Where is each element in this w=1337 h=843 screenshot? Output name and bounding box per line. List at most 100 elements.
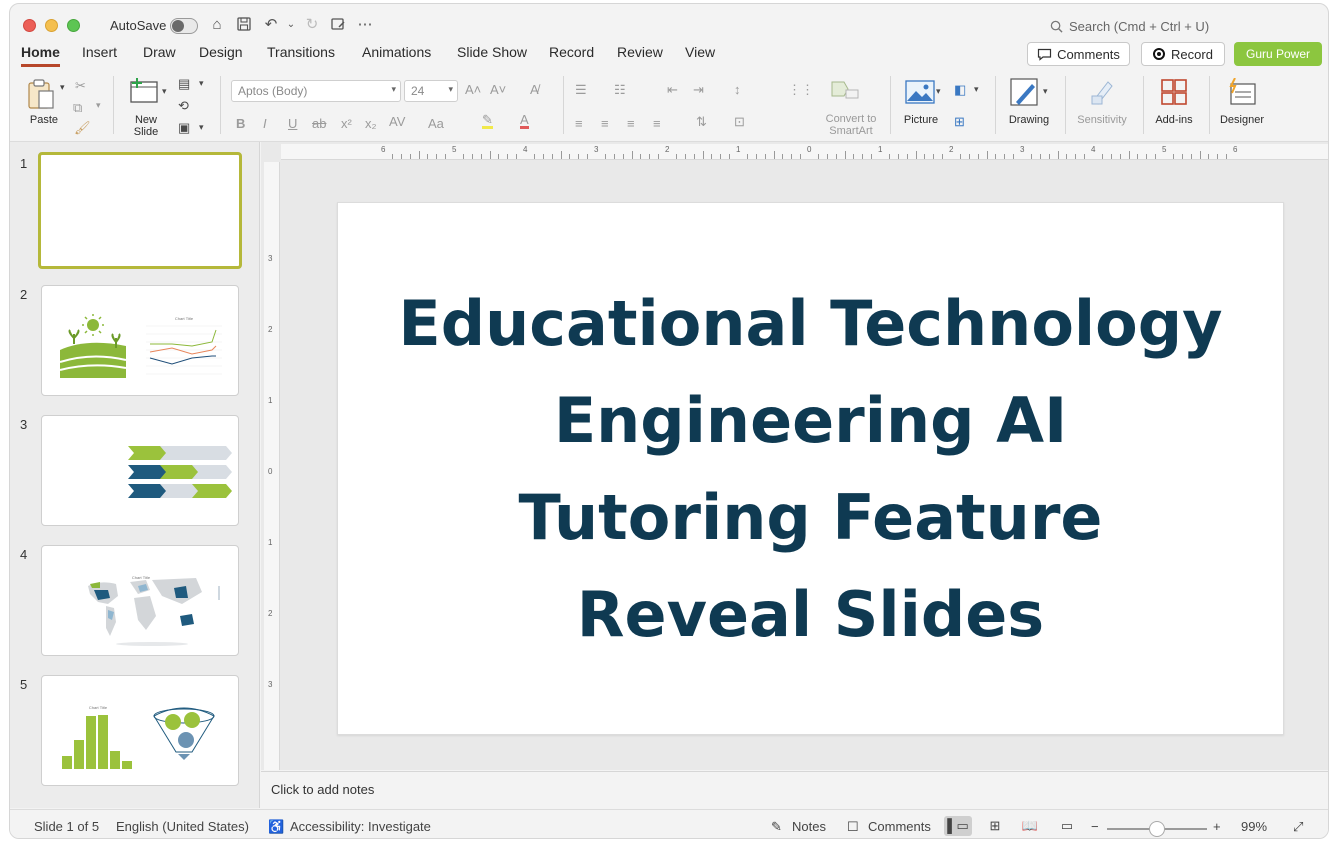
undo-icon[interactable]: ↶ — [262, 16, 280, 34]
slide-thumbnail-1[interactable] — [38, 152, 242, 269]
accessibility-status[interactable]: Accessibility: Investigate — [290, 819, 431, 834]
shapes-icon[interactable]: ◧ — [954, 82, 966, 98]
quick-format-icon[interactable] — [329, 16, 347, 34]
section-dropdown-icon[interactable]: ▾ — [199, 122, 204, 133]
section-icon[interactable]: ▣ — [178, 120, 190, 136]
slide-title-textbox[interactable]: Educational Technology Engineering AI Tu… — [338, 275, 1283, 663]
slide-thumbnail-2[interactable]: Chart Title — [41, 285, 239, 396]
tab-view[interactable]: View — [685, 44, 715, 64]
save-icon[interactable] — [235, 16, 253, 34]
zoom-slider-handle[interactable] — [1149, 821, 1165, 837]
accessibility-icon[interactable]: ♿ — [268, 819, 284, 835]
convert-smartart-button[interactable]: Convert to SmartArt — [816, 76, 880, 137]
shapes-dropdown-icon[interactable]: ▾ — [974, 84, 979, 95]
add-ins-button[interactable]: Add-ins — [1150, 76, 1198, 136]
tab-design[interactable]: Design — [199, 44, 243, 64]
tab-review[interactable]: Review — [617, 44, 663, 64]
reading-view-icon[interactable]: 📖 — [1016, 816, 1044, 836]
picture-dropdown-icon[interactable]: ▾ — [936, 86, 941, 97]
superscript-icon[interactable]: x² — [341, 116, 352, 131]
format-painter-icon[interactable]: 🖌 — [74, 120, 91, 136]
underline-icon[interactable]: U — [288, 116, 297, 131]
align-right-icon[interactable]: ≡ — [627, 116, 635, 131]
comment-icon[interactable]: ☐ — [847, 819, 859, 835]
home-icon[interactable]: ⌂ — [208, 16, 226, 34]
align-left-icon[interactable]: ≡ — [575, 116, 583, 131]
increase-indent-icon[interactable]: ⇥ — [693, 82, 704, 98]
tab-slide-show[interactable]: Slide Show — [457, 44, 527, 64]
change-case-icon[interactable]: Aa — [428, 116, 444, 131]
notes-icon[interactable]: ✎ — [771, 819, 782, 835]
font-color-icon[interactable]: A — [520, 113, 529, 129]
slide-thumbnail-4[interactable]: Chart Title — [41, 545, 239, 656]
slide-thumbnail-5[interactable]: Chart Title — [41, 675, 239, 786]
slide-show-icon[interactable]: ▭ — [1053, 816, 1081, 836]
designer-button[interactable]: Designer — [1216, 76, 1268, 136]
character-spacing-icon[interactable]: AV — [389, 114, 405, 129]
increase-font-icon[interactable]: A˄ — [465, 82, 481, 97]
text-box-icon[interactable]: ⊞ — [954, 114, 965, 130]
new-slide-button[interactable]: New Slide — [124, 76, 168, 138]
numbering-icon[interactable]: ☷ — [614, 82, 626, 98]
bullets-icon[interactable]: ☰ — [575, 82, 587, 98]
clear-formatting-icon[interactable]: A̸ — [530, 82, 539, 97]
slide-thumbnail-3[interactable] — [41, 415, 239, 526]
tab-home[interactable]: Home — [21, 44, 60, 67]
autosave-toggle[interactable] — [170, 18, 198, 34]
decrease-indent-icon[interactable]: ⇤ — [667, 82, 678, 98]
new-slide-dropdown-icon[interactable]: ▾ — [162, 86, 167, 97]
decrease-font-icon[interactable]: A˅ — [490, 82, 506, 97]
picture-button[interactable]: Picture — [899, 76, 943, 136]
guru-power-button[interactable]: Guru Power — [1234, 42, 1322, 66]
paste-button[interactable]: Paste — [24, 76, 64, 132]
close-window-button[interactable] — [23, 19, 36, 32]
columns-icon[interactable]: ⋮⋮ — [788, 82, 814, 98]
line-spacing-icon[interactable]: ↕ — [734, 82, 741, 97]
highlight-icon[interactable]: ✎ — [482, 113, 493, 129]
record-button[interactable]: Record — [1141, 42, 1225, 66]
more-options-icon[interactable]: ⋯ — [356, 16, 374, 34]
drawing-dropdown-icon[interactable]: ▾ — [1043, 86, 1048, 97]
undo-dropdown-icon[interactable]: ⌄ — [282, 16, 300, 34]
align-center-icon[interactable]: ≡ — [601, 116, 609, 131]
copy-icon[interactable]: ⧉ — [73, 100, 82, 116]
drawing-button[interactable]: Drawing — [1004, 76, 1054, 136]
reset-slide-icon[interactable]: ⟲ — [178, 98, 189, 114]
justify-icon[interactable]: ≡ — [653, 116, 661, 131]
bold-icon[interactable]: B — [236, 116, 245, 131]
zoom-level[interactable]: 99% — [1241, 819, 1267, 834]
layout-dropdown-icon[interactable]: ▾ — [199, 78, 204, 89]
fit-to-window-icon[interactable]: ⤢ — [1293, 819, 1303, 835]
comments-button[interactable]: Comments — [1027, 42, 1130, 66]
current-slide[interactable]: Educational Technology Engineering AI Tu… — [337, 202, 1284, 735]
align-text-icon[interactable]: ⊡ — [734, 114, 745, 130]
redo-icon[interactable]: ↻ — [303, 16, 321, 34]
font-size-select[interactable]: 24 ▾ — [404, 80, 458, 102]
text-direction-icon[interactable]: ⇅ — [696, 114, 707, 130]
font-name-select[interactable]: Aptos (Body) ▾ — [231, 80, 401, 102]
minimize-window-button[interactable] — [45, 19, 58, 32]
notes-pane[interactable]: Click to add notes — [261, 771, 1328, 808]
italic-icon[interactable]: I — [263, 116, 267, 131]
tab-draw[interactable]: Draw — [143, 44, 176, 64]
tab-record[interactable]: Record — [549, 44, 594, 64]
strikethrough-icon[interactable]: ab — [312, 116, 326, 131]
notes-toggle[interactable]: Notes — [792, 819, 826, 834]
slide-sorter-icon[interactable]: ⊞ — [981, 816, 1009, 836]
sensitivity-button[interactable]: Sensitivity — [1072, 76, 1132, 136]
zoom-out-button[interactable]: − — [1091, 819, 1099, 834]
copy-dropdown-icon[interactable]: ▾ — [96, 100, 101, 111]
search-box[interactable]: Search (Cmd + Ctrl + U) — [1050, 19, 1209, 34]
cut-icon[interactable]: ✂ — [75, 78, 86, 94]
normal-view-icon[interactable]: ▌▭ — [944, 816, 972, 836]
tab-insert[interactable]: Insert — [82, 44, 117, 64]
slide-thumbnails-panel[interactable]: 1 2 Chart Title 3 4 Chart Title 5 Chart … — [10, 142, 260, 808]
layout-icon[interactable]: ▤ — [178, 76, 190, 92]
zoom-in-button[interactable]: + — [1213, 819, 1221, 834]
language-indicator[interactable]: English (United States) — [116, 819, 249, 834]
comments-toggle[interactable]: Comments — [868, 819, 931, 834]
zoom-window-button[interactable] — [67, 19, 80, 32]
tab-animations[interactable]: Animations — [362, 44, 431, 64]
subscript-icon[interactable]: x₂ — [365, 116, 377, 131]
tab-transitions[interactable]: Transitions — [267, 44, 335, 64]
